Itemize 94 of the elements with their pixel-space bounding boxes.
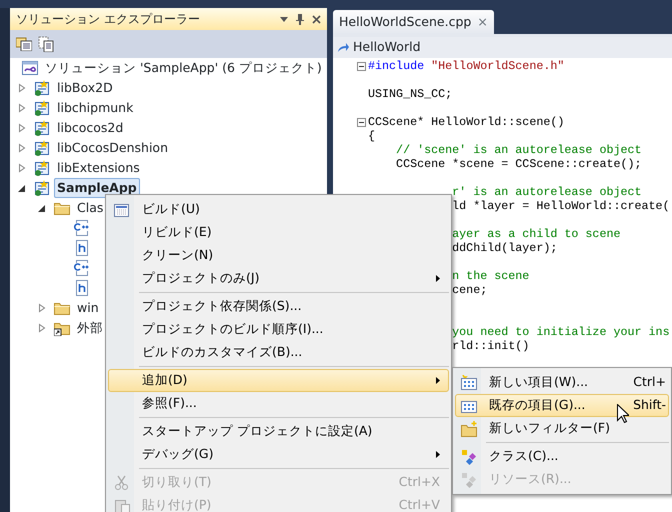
- menu-item[interactable]: プロジェクト依存関係(S)...: [108, 295, 449, 318]
- external-folder-icon: [54, 320, 70, 336]
- code-line: rld::init(): [452, 339, 530, 353]
- code-line: you need to initialize your ins: [452, 325, 670, 339]
- shortcut-label: Ctrl+V: [398, 496, 440, 512]
- navigation-label: HelloWorld: [353, 38, 421, 56]
- menu-item[interactable]: 既存の項目(G)... Shift-: [455, 394, 669, 417]
- project-icon: [34, 140, 50, 156]
- show-all-files-icon[interactable]: [38, 36, 54, 52]
- menu-item-label: クリーン(N): [142, 246, 214, 264]
- menu-item[interactable]: 追加(D): [108, 369, 449, 392]
- class-icon: [461, 449, 477, 465]
- tree-item[interactable]: win: [74, 298, 102, 318]
- existing-item-icon: [461, 398, 477, 414]
- tree-item[interactable]: libCocosDenshion: [54, 138, 172, 158]
- menu-item-label: 新しいフィルター(F): [489, 419, 610, 438]
- shortcut-label: Ctrl+: [632, 373, 666, 392]
- paste-icon: [114, 498, 130, 512]
- new-folder-icon: [461, 421, 477, 437]
- code-line: ld *layer = HelloWorld::create(: [452, 199, 670, 213]
- close-icon[interactable]: [312, 14, 321, 24]
- menu-item-label: ビルド(U): [142, 200, 200, 218]
- menu-item-label: 新しい項目(W)...: [489, 373, 588, 392]
- menu-item-label: 参照(F)...: [142, 394, 197, 412]
- tree-item[interactable]: libcocos2d: [54, 118, 126, 138]
- tree-item[interactable]: libBox2D: [54, 78, 116, 98]
- shortcut-label: Shift-: [632, 396, 666, 414]
- folder-icon: [54, 200, 70, 216]
- menu-item[interactable]: クラス(C)...: [455, 445, 669, 468]
- menu-item-label: 追加(D): [142, 371, 188, 390]
- editor-tab[interactable]: HelloWorldScene.cpp ×: [333, 10, 494, 34]
- class-arrow-icon: [337, 42, 349, 52]
- menu-item-label: デバッグ(G): [142, 445, 214, 464]
- tab-label[interactable]: HelloWorldScene.cpp: [339, 12, 472, 32]
- menu-item-label: 切り取り(T): [142, 473, 212, 492]
- menu-item[interactable]: 参照(F)...: [108, 392, 449, 415]
- code-line: CCScene* HelloWorld::scene(): [368, 115, 564, 129]
- code-line: USING_NS_CC;: [368, 87, 452, 101]
- project-icon: [34, 180, 50, 196]
- project-icon: [34, 100, 50, 116]
- code-line: {: [368, 129, 376, 143]
- menu-item[interactable]: クリーン(N): [108, 244, 449, 267]
- menu-item-label: リソース(R)...: [489, 470, 572, 488]
- pin-icon[interactable]: [296, 14, 304, 24]
- shortcut-label: Ctrl+X: [398, 473, 440, 492]
- menu-item[interactable]: スタートアップ プロジェクトに設定(A): [108, 420, 449, 443]
- tree-item[interactable]: libchipmunk: [54, 98, 136, 118]
- mouse-cursor-icon: [617, 404, 629, 423]
- menu-item[interactable]: 新しいフィルター(F): [455, 417, 669, 440]
- project-icon: [34, 80, 50, 96]
- build-icon: [114, 202, 130, 218]
- menu-item[interactable]: プロジェクトのみ(J): [108, 267, 449, 290]
- menu-item-label: リビルド(E): [142, 223, 212, 242]
- code-line: CCScene *scene = CCScene::create();: [395, 157, 642, 171]
- menu-item[interactable]: 新しい項目(W)... Ctrl+: [455, 371, 669, 394]
- collapse-icon[interactable]: [357, 118, 366, 127]
- code-line: // 'scene' is an autorelease object: [395, 143, 642, 157]
- collapse-icon[interactable]: [357, 62, 366, 71]
- new-item-icon: [461, 375, 477, 391]
- project-icon: [34, 160, 50, 176]
- tree-item[interactable]: ソリューション 'SampleApp' (6 プロジェクト): [42, 58, 325, 78]
- tree-item[interactable]: libExtensions: [54, 158, 143, 178]
- menu-item-label: プロジェクトのみ(J): [142, 269, 260, 288]
- resource-icon: [461, 472, 477, 488]
- menu-item-label: 既存の項目(G)...: [489, 396, 586, 414]
- properties-icon[interactable]: [16, 37, 32, 51]
- folder-icon: [54, 300, 70, 316]
- tree-item[interactable]: 外部: [74, 318, 106, 338]
- code-line: ddChild(layer);: [452, 241, 558, 255]
- dropdown-icon[interactable]: [280, 16, 288, 22]
- menu-item-label: 貼り付け(P): [142, 496, 212, 512]
- tab-close-button[interactable]: ×: [477, 12, 488, 32]
- menu-item-label: ビルドのカスタマイズ(B)...: [142, 343, 302, 362]
- scissors-icon: [114, 475, 130, 491]
- code-line: ayer as a child to scene: [452, 227, 620, 241]
- tree-item[interactable]: SampleApp: [54, 178, 140, 198]
- menu-item[interactable]: ビルド(U): [108, 198, 449, 221]
- menu-item-label: プロジェクトのビルド順序(I)...: [142, 320, 324, 338]
- menu-item[interactable]: ビルドのカスタマイズ(B)...: [108, 341, 449, 364]
- code-line: r' is an autorelease object: [452, 185, 642, 199]
- menu-item-label: スタートアップ プロジェクトに設定(A): [142, 422, 372, 440]
- navigation-dropdown[interactable]: HelloWorld: [333, 34, 672, 58]
- project-icon: [34, 120, 50, 136]
- solution-icon: [22, 60, 38, 76]
- menu-item[interactable]: プロジェクトのビルド順序(I)...: [108, 318, 449, 341]
- menu-item[interactable]: デバッグ(G): [108, 443, 449, 466]
- code-line: #include "HelloWorldScene.h": [368, 59, 564, 73]
- menu-item[interactable]: リビルド(E): [108, 221, 449, 244]
- menu-item-label: クラス(C)...: [489, 447, 558, 466]
- code-line: cene;: [452, 283, 488, 297]
- menu-item-label: プロジェクト依存関係(S)...: [142, 297, 302, 316]
- panel-title: ソリューション エクスプローラー: [16, 11, 200, 28]
- code-line: n the scene: [452, 269, 530, 283]
- tree-item[interactable]: Clas: [74, 198, 106, 218]
